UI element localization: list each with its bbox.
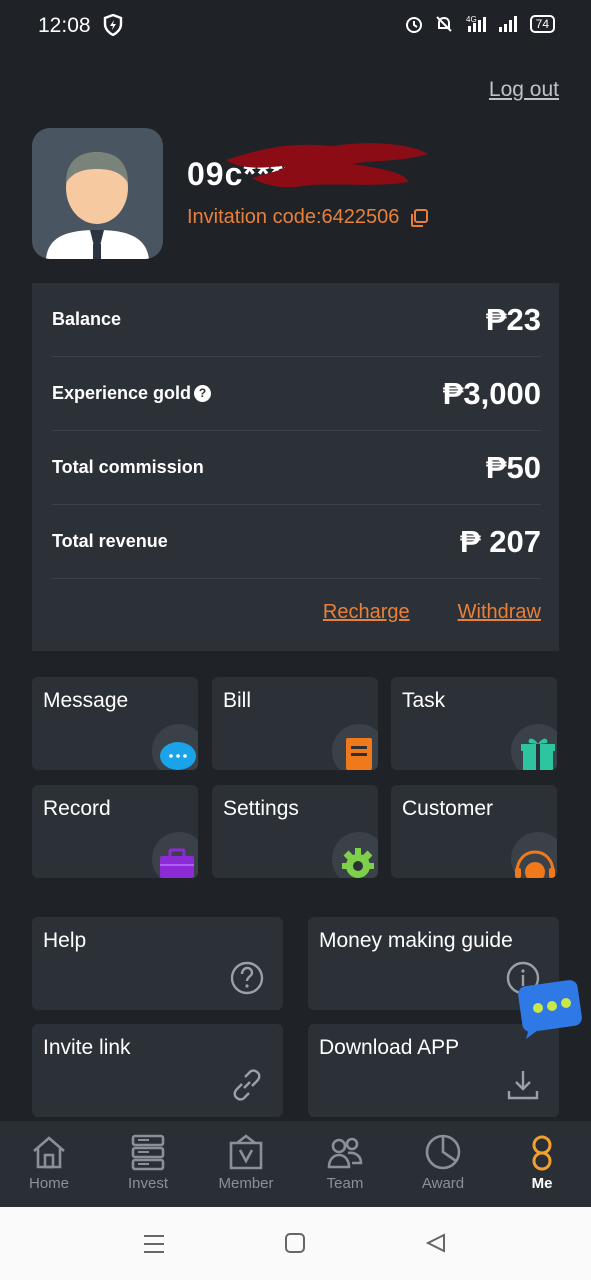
tab-home-label: Home [28, 1175, 69, 1192]
settings-label: Settings [223, 797, 299, 820]
pie-icon [425, 1134, 461, 1170]
shield-icon [103, 13, 123, 41]
recharge-link[interactable]: Recharge [323, 601, 410, 624]
copy-icon[interactable] [409, 208, 429, 228]
tab-me[interactable]: Me [493, 1121, 591, 1207]
signal-icon [498, 16, 517, 32]
signal-4g-icon: 4G [466, 15, 486, 32]
total-revenue-value: ₱ 207 [459, 523, 541, 559]
tab-award[interactable]: Award [394, 1121, 492, 1207]
invitation-label: Invitation code: [187, 206, 322, 228]
battery-indicator: 74 [529, 15, 555, 33]
bottom-tab-bar: Home Invest Member Team Award Me [0, 1121, 591, 1207]
status-bar: 12:08 4G 74 [0, 0, 591, 54]
message-label: Message [43, 689, 129, 712]
experience-gold-row: Experience gold? ₱3,000 [52, 357, 541, 431]
mute-icon [435, 16, 452, 32]
tab-home[interactable]: Home [0, 1121, 98, 1207]
invitation-row: Invitation code:6422506 [187, 206, 429, 229]
settings-tile[interactable]: Settings [212, 785, 378, 878]
money-guide-label: Money making guide [319, 929, 513, 952]
task-label: Task [402, 689, 446, 712]
tab-award-label: Award [421, 1175, 465, 1192]
back-icon[interactable] [426, 1233, 446, 1253]
menu-icon[interactable] [143, 1233, 165, 1255]
withdraw-link[interactable]: Withdraw [458, 601, 541, 624]
tab-member[interactable]: Member [197, 1121, 295, 1207]
bill-icon [346, 738, 372, 770]
member-icon [229, 1134, 263, 1170]
headset-icon [515, 850, 555, 878]
home-icon [33, 1136, 65, 1169]
total-revenue-row: Total revenue ₱ 207 [52, 505, 541, 579]
status-time: 12:08 [38, 14, 91, 37]
customer-label: Customer [402, 797, 494, 820]
invite-link-label: Invite link [43, 1036, 131, 1059]
status-icons: 4G 74 [404, 14, 555, 34]
message-tile[interactable]: Message [32, 677, 198, 770]
record-label: Record [43, 797, 111, 820]
total-commission-row: Total commission ₱50 [52, 431, 541, 505]
message-icon [160, 742, 196, 770]
balance-row: Balance ₱23 [52, 283, 541, 357]
record-tile[interactable]: Record [32, 785, 198, 878]
alarm-icon [405, 17, 422, 33]
tab-invest-label: Invest [127, 1175, 169, 1192]
home-button-icon[interactable] [285, 1233, 305, 1253]
person-icon [532, 1135, 552, 1171]
link-icon [233, 1069, 261, 1101]
balance-value: ₱23 [485, 301, 541, 337]
system-nav-bar [0, 1207, 591, 1280]
total-commission-label: Total commission [52, 457, 204, 477]
balance-label: Balance [52, 309, 122, 329]
bill-label: Bill [223, 689, 252, 712]
total-revenue-label: Total revenue [52, 531, 168, 551]
download-app-label: Download APP [319, 1036, 460, 1059]
bill-tile[interactable]: Bill [212, 677, 378, 770]
invite-link-tile[interactable]: Invite link [32, 1024, 283, 1117]
invitation-code: 6422506 [321, 206, 400, 228]
tab-me-label: Me [531, 1175, 553, 1192]
floating-chat-button[interactable] [516, 979, 584, 1043]
redaction-mark [226, 143, 428, 188]
question-icon [230, 961, 264, 995]
customer-tile[interactable]: Customer [391, 785, 557, 878]
help-tile[interactable]: Help [32, 917, 283, 1010]
help-circle-icon[interactable]: ? [194, 385, 212, 402]
tab-member-label: Member [218, 1175, 274, 1192]
total-commission-value: ₱50 [485, 449, 541, 485]
download-icon [507, 1071, 539, 1100]
svg-text:4G: 4G [466, 15, 477, 24]
help-label: Help [43, 929, 87, 952]
record-icon [160, 848, 194, 878]
logout-link[interactable]: Log out [489, 78, 559, 102]
gear-icon [342, 848, 374, 878]
experience-gold-value: ₱3,000 [442, 375, 541, 411]
balance-card: Balance ₱23 Experience gold? ₱3,000 Tota… [32, 283, 559, 651]
server-icon [131, 1134, 165, 1171]
team-icon [327, 1137, 363, 1169]
task-tile[interactable]: Task [391, 677, 557, 770]
avatar[interactable] [32, 128, 163, 259]
gift-icon [521, 738, 555, 770]
experience-gold-label: Experience gold [52, 383, 192, 403]
tab-invest[interactable]: Invest [99, 1121, 197, 1207]
tab-team-label: Team [326, 1175, 364, 1192]
tab-team[interactable]: Team [296, 1121, 394, 1207]
